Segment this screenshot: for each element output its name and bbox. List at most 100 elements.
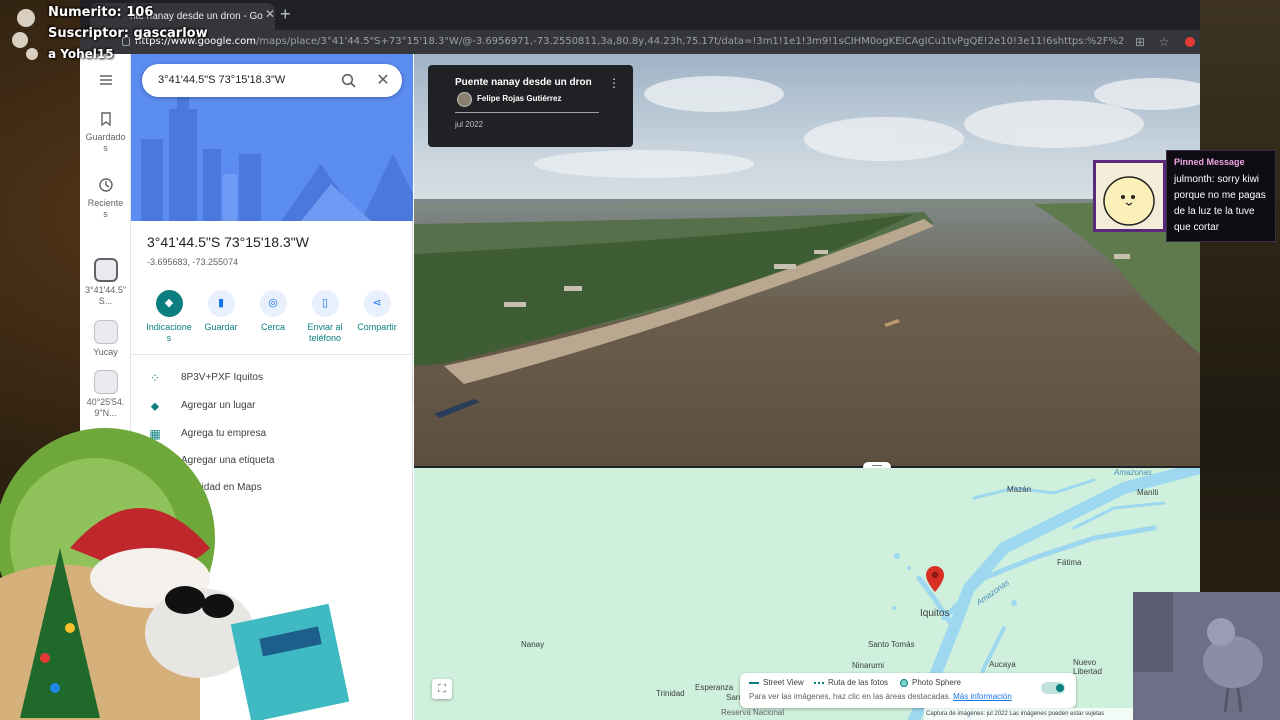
action-label: Enviar al teléfono	[307, 322, 343, 343]
pinned-message-text: julmonth: sorry kiwi porque no me pagas …	[1174, 174, 1266, 233]
pinned-message: Pinned Message julmonth: sorry kiwi porq…	[1166, 150, 1276, 242]
tab-close-icon[interactable]: ✕	[263, 7, 275, 21]
map-label: Iquitos	[920, 608, 950, 619]
add-place-icon: ⬥	[150, 399, 160, 413]
url-path: /maps/place/3°41'44.5"S+73°15'18.3"W/@-3…	[256, 36, 1125, 47]
map-view[interactable]: Amazonas Mazán Maniti Fátima Iquitos Ama…	[414, 468, 1200, 720]
map-label: Trinidad	[656, 689, 685, 698]
history-icon	[97, 176, 115, 194]
legend-label: Ruta de las fotos	[828, 678, 889, 687]
search-box[interactable]: 3°41'44.5"S 73°15'18.3"W ✕	[142, 64, 402, 97]
row-label: 8P3V+PXF Iquitos	[181, 372, 263, 383]
rail-item-coords[interactable]: 40°25'54. 9"N...	[80, 370, 131, 419]
location-pin-icon[interactable]	[926, 566, 944, 592]
divider	[131, 354, 413, 355]
save-button[interactable]: ▮ Guardar	[195, 290, 247, 333]
photo-date: jul 2022	[455, 120, 484, 129]
install-icon[interactable]: ⊞	[1132, 34, 1148, 50]
map-label: Esperanza	[695, 683, 734, 692]
action-label: Compartir	[357, 322, 397, 332]
map-label: Maniti	[1137, 488, 1159, 497]
menu-icon	[97, 71, 115, 89]
photo-title: Puente nanay desde un dron	[455, 77, 592, 88]
rail-menu-button[interactable]	[80, 71, 131, 93]
add-place-row[interactable]: ⬥ Agregar un lugar	[147, 397, 407, 415]
latest-subscriber: Suscriptor: gascarlow	[48, 26, 208, 41]
photo-author[interactable]: Felipe Rojas Gutiérrez	[477, 94, 561, 103]
phone-icon: ▯	[311, 290, 339, 317]
bookmark-icon	[97, 110, 115, 128]
street-view-photo[interactable]: Puente nanay desde un dron ⋮ Felipe Roja…	[414, 54, 1200, 466]
more-info-link[interactable]: Más información	[953, 692, 1012, 701]
share-icon: ⋖	[363, 290, 391, 317]
rail-item-label: Yucay	[93, 347, 118, 357]
legend-label: Photo Sphere	[912, 678, 961, 687]
rail-item-recent[interactable]: Reciente s	[80, 176, 131, 220]
map-label: Aucaya	[989, 660, 1016, 669]
plus-code-icon: ⁘	[149, 371, 161, 385]
send-to-phone-button[interactable]: ▯ Enviar al teléfono	[299, 290, 351, 344]
map-label: Ninarumi	[852, 661, 885, 670]
place-thumb	[93, 320, 118, 344]
avatar[interactable]	[457, 92, 472, 107]
nearby-button[interactable]: ◎ Cerca	[247, 290, 299, 333]
legend-photo-path: Ruta de las fotos	[814, 678, 888, 687]
map-label: Amazonas	[1114, 468, 1152, 477]
map-label: Reserva Nacional	[721, 708, 785, 717]
map-legend: Street View Ruta de las fotos Photo Sphe…	[740, 673, 1076, 708]
action-buttons: ◆ Indicacione s ▮ Guardar ◎ Cerca ▯ Envi…	[143, 290, 403, 350]
rail-item-label: Reciente s	[87, 198, 124, 219]
bookmark-icon: ▮	[207, 290, 235, 317]
legend-street-view: Street View	[749, 678, 804, 687]
directions-button[interactable]: ◆ Indicacione s	[143, 290, 195, 344]
pinned-message-header: Pinned Message	[1174, 157, 1245, 167]
more-options-icon[interactable]: ⋮	[608, 76, 620, 90]
place-coordinates: -3.695683, -73.255074	[147, 257, 239, 267]
rail-item-label: 40°25'54. 9"N...	[86, 397, 125, 418]
close-icon[interactable]: ✕	[374, 72, 392, 90]
map-label: Mazán	[1007, 485, 1032, 494]
page-title: 3°41'44.5"S 73°15'18.3"W	[147, 234, 309, 250]
rail-item-recent-place[interactable]: 3°41'44.5" S...	[80, 258, 131, 307]
latest-follower: a Yohel15	[48, 47, 114, 61]
action-label: Indicacione s	[146, 322, 192, 343]
rail-item-yucay[interactable]: Yucay	[80, 320, 131, 358]
share-button[interactable]: ⋖ Compartir	[351, 290, 403, 333]
search-icon[interactable]	[340, 72, 358, 90]
mascot-illustration	[0, 428, 350, 720]
place-thumb	[93, 370, 118, 394]
action-label: Cerca	[260, 322, 285, 332]
subscriber-counter: Numerito: 106	[48, 5, 154, 20]
tab-strip: nte nanay desde un dron - Go ✕ +	[80, 0, 1200, 30]
legend-label: Street View	[763, 678, 804, 687]
plus-code-row[interactable]: ⁘ 8P3V+PXF Iquitos	[147, 369, 407, 387]
rail-item-label: 3°41'44.5" S...	[84, 285, 127, 306]
divider	[455, 112, 599, 113]
hero-illustration: 3°41'44.5"S 73°15'18.3"W ✕	[131, 54, 413, 221]
url-text[interactable]: https://www.google.com/maps/place/3°41'4…	[135, 30, 1125, 54]
star-icon[interactable]: ☆	[1156, 34, 1172, 50]
street-view-toggle[interactable]	[1041, 682, 1065, 694]
nearby-icon: ◎	[259, 290, 287, 317]
legend-note-text: Para ver las imágenes, haz clic en las á…	[749, 692, 951, 701]
row-label: Agregar un lugar	[181, 400, 256, 411]
map-label: Santo Tomás	[868, 640, 915, 649]
action-label: Guardar	[204, 322, 238, 332]
map-label: Nuevo Libertad	[1073, 658, 1102, 676]
paw-icon	[12, 9, 38, 60]
address-bar[interactable]: https://www.google.com/maps/place/3°41'4…	[80, 30, 1200, 54]
map-label: Fátima	[1057, 558, 1082, 567]
directions-icon: ◆	[155, 290, 183, 317]
record-icon[interactable]	[1185, 37, 1195, 47]
webcam-feed	[1133, 592, 1280, 720]
expand-map-icon[interactable]: ⛶	[432, 679, 452, 699]
search-input[interactable]: 3°41'44.5"S 73°15'18.3"W	[158, 64, 285, 97]
place-thumb	[93, 258, 118, 282]
legend-photo-sphere: Photo Sphere	[900, 678, 961, 687]
rail-item-label: Guardado s	[85, 132, 126, 153]
new-tab-icon[interactable]: +	[280, 3, 296, 25]
photo-info-card[interactable]: Puente nanay desde un dron ⋮ Felipe Roja…	[428, 65, 633, 147]
legend-note: Para ver las imágenes, haz clic en las á…	[749, 692, 1012, 701]
map-label: Nanay	[521, 640, 545, 649]
rail-item-saved[interactable]: Guardado s	[80, 110, 131, 154]
